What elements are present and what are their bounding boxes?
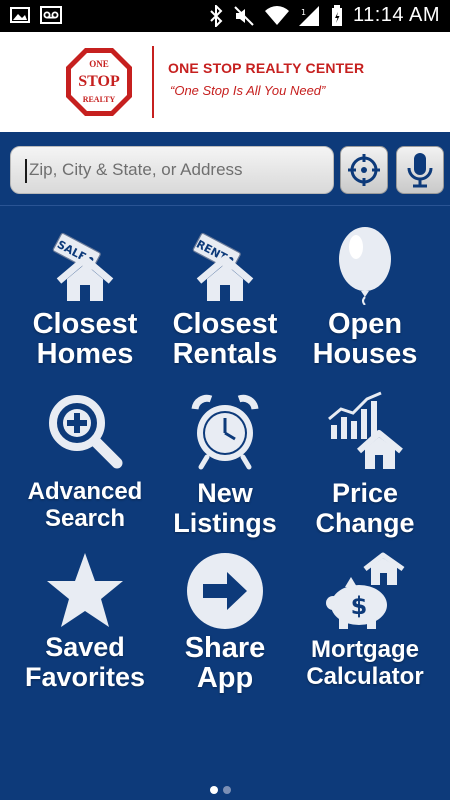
menu-grid: SALE ClosestHomes RENT ClosestRentals	[0, 207, 450, 707]
tile-saved-favorites[interactable]: Saved Favorites	[10, 539, 160, 699]
piggy-bank-house-icon: $	[326, 552, 405, 629]
sale-house-icon: SALE	[52, 232, 114, 301]
rent-house-icon: RENT	[192, 232, 254, 301]
search-field[interactable]	[10, 146, 334, 194]
tile-open-houses[interactable]: Open Houses	[290, 213, 440, 373]
logo-divider	[152, 46, 154, 118]
stop-sign-logo: ONE STOP REALTY	[66, 48, 132, 116]
search-bar	[0, 132, 450, 206]
microphone-icon	[407, 153, 433, 188]
tile-label: Open Houses	[312, 308, 418, 371]
svg-text:$: $	[351, 592, 368, 620]
bluetooth-icon	[210, 4, 223, 27]
tile-price-change[interactable]: Price Change	[290, 379, 440, 539]
tile-label: Share App	[184, 632, 266, 695]
tile-label: New Listings	[173, 478, 277, 539]
search-input[interactable]	[11, 147, 333, 193]
tile-label: Advanced Search	[27, 478, 143, 533]
page-dot-active[interactable]	[210, 786, 218, 794]
company-name: ONE STOP REALTY CENTER	[168, 60, 365, 76]
tile-closest-homes[interactable]: SALE Closest Homes	[10, 213, 160, 373]
battery-icon	[331, 4, 342, 26]
locate-button[interactable]	[340, 146, 388, 194]
magnifier-plus-icon	[49, 395, 123, 469]
logo-line1: ONE	[89, 59, 109, 69]
star-icon	[47, 553, 123, 627]
company-tagline: “One Stop Is All You Need”	[170, 83, 326, 98]
tile-label: Closest Rentals	[172, 308, 278, 371]
logo-line2: STOP	[78, 73, 120, 90]
voice-search-button[interactable]	[396, 146, 444, 194]
svg-text:1: 1	[301, 8, 306, 17]
signal-icon: 1	[298, 5, 319, 26]
page-indicator	[210, 786, 231, 794]
tile-label: Closest Homes	[32, 308, 138, 371]
crosshair-icon	[348, 154, 380, 186]
tile-mortgage-calculator[interactable]: $ Mortgage Calculator	[290, 539, 440, 699]
balloon-icon	[339, 227, 391, 305]
voicemail-icon	[40, 6, 62, 24]
wifi-icon	[264, 5, 289, 25]
mute-icon	[234, 5, 254, 26]
alarm-clock-icon	[191, 394, 259, 470]
tile-label: Saved Favorites	[24, 632, 146, 693]
status-bar: 1 11:14 AM	[0, 0, 450, 32]
tile-advanced-search[interactable]: Advanced Search	[10, 379, 160, 539]
tile-new-listings[interactable]: New Listings	[150, 379, 300, 539]
logo-line3: REALTY	[83, 95, 116, 104]
price-chart-house-icon	[328, 391, 403, 469]
status-time: 11:14 AM	[352, 4, 440, 26]
tile-label: Price Change	[315, 478, 415, 539]
tile-label: Mortgage Calculator	[306, 636, 424, 691]
tile-share-app[interactable]: Share App	[150, 539, 300, 699]
arrow-circle-icon	[187, 553, 263, 629]
image-icon	[10, 7, 30, 23]
tile-closest-rentals[interactable]: RENT Closest Rentals	[150, 213, 300, 373]
app-header: ONE STOP REALTY ONE STOP REALTY CENTER “…	[0, 32, 450, 132]
page-dot[interactable]	[223, 786, 231, 794]
